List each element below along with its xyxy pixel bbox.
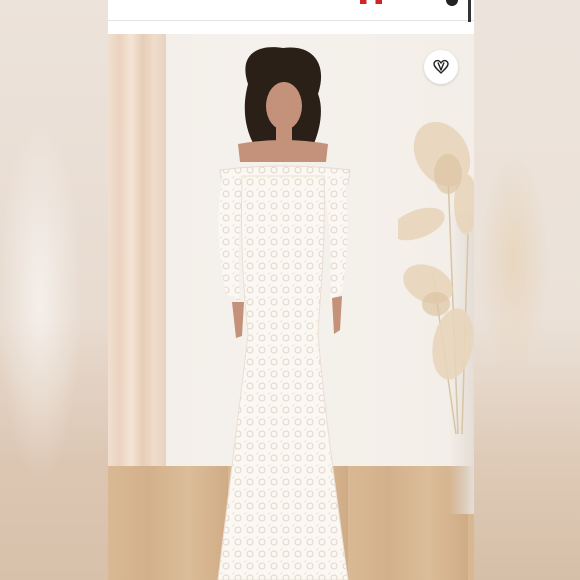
- profile-avatar-icon[interactable]: [446, 0, 458, 6]
- pampas-grass: [398, 121, 474, 434]
- model-in-lace-gown: [217, 47, 351, 580]
- heart-icon: [433, 59, 449, 74]
- blurred-background-left: [0, 0, 108, 580]
- curtain: [108, 34, 166, 510]
- app-screenshot: [108, 0, 474, 580]
- product-image[interactable]: [108, 34, 474, 580]
- top-bar: [108, 0, 474, 22]
- flag-icon: [360, 0, 382, 4]
- favorite-button[interactable]: [424, 50, 458, 84]
- blurred-background-right: [474, 0, 580, 580]
- scroll-indicator: [468, 0, 471, 22]
